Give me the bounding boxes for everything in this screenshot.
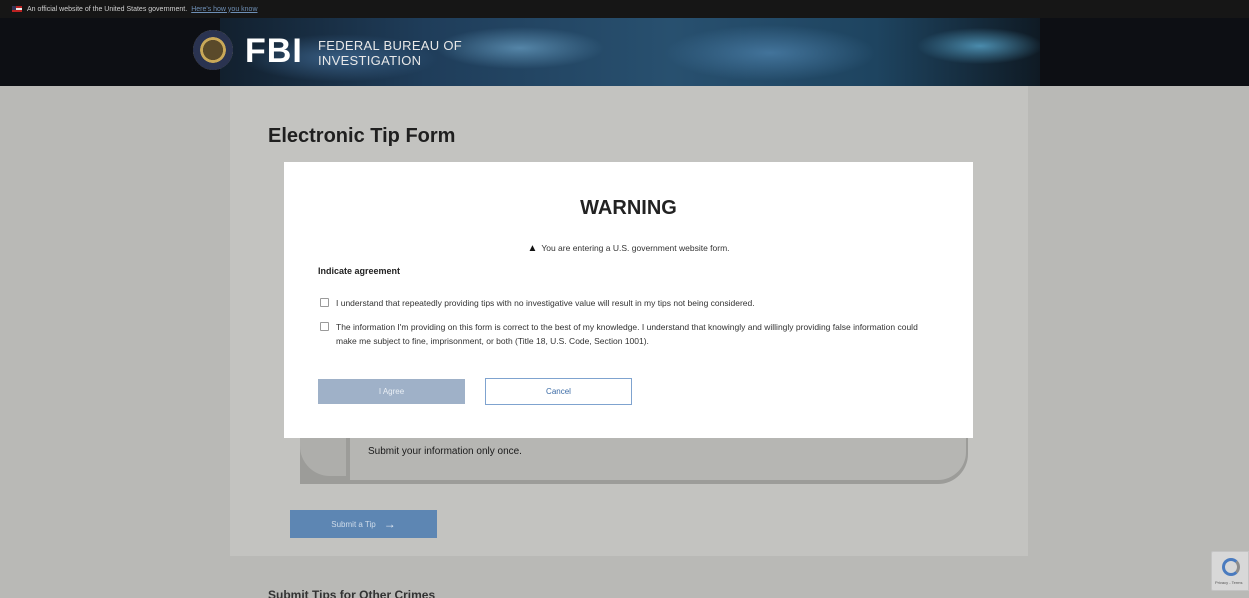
gov-banner: An official website of the United States…	[0, 0, 1249, 18]
submit-tip-label: Submit a Tip	[331, 519, 376, 529]
agreement-checkbox-1-label: I understand that repeatedly providing t…	[336, 298, 755, 308]
site-header: FBI FEDERAL BUREAU OF INVESTIGATION	[0, 18, 1249, 86]
modal-title: WARNING	[580, 197, 677, 219]
bureau-name-line-2: INVESTIGATION	[318, 53, 422, 68]
recaptcha-icon	[1222, 558, 1240, 576]
agreement-checkbox-2[interactable]	[320, 322, 329, 331]
bureau-name[interactable]: FEDERAL BUREAU OF INVESTIGATION	[318, 38, 462, 68]
modal-warning-text: You are entering a U.S. government websi…	[541, 243, 730, 253]
agreement-checkbox-2-label: The information I'm providing on this fo…	[336, 322, 918, 346]
gov-banner-text: An official website of the United States…	[27, 5, 188, 13]
info-callout-text: Submit your information only once.	[368, 446, 522, 457]
agreement-checkbox-1[interactable]	[320, 298, 329, 307]
us-flag-icon	[12, 6, 22, 12]
cancel-button[interactable]: Cancel	[485, 378, 632, 405]
recaptcha-badge[interactable]: Privacy - Terms	[1211, 551, 1249, 591]
submit-tip-button[interactable]: Submit a Tip →	[290, 510, 437, 538]
arrow-right-icon: →	[383, 517, 396, 531]
agree-button[interactable]: I Agree	[318, 379, 465, 404]
warning-modal: WARNING ▲ You are entering a U.S. governm…	[284, 162, 973, 438]
fbi-seal-icon[interactable]	[193, 30, 233, 70]
next-section-heading: Submit Tips for Other Crimes	[268, 588, 436, 598]
recaptcha-caption[interactable]: Privacy - Terms	[1215, 580, 1242, 585]
fbi-logo[interactable]: FBI	[245, 32, 303, 70]
agreement-checkbox-1-row[interactable]: I understand that repeatedly providing t…	[320, 296, 940, 310]
bureau-name-line-1: FEDERAL BUREAU OF	[318, 38, 463, 53]
modal-warning-line: ▲ You are entering a U.S. government webs…	[284, 243, 973, 254]
warning-triangle-icon: ▲	[527, 243, 538, 254]
page-title: Electronic Tip Form	[268, 125, 456, 147]
agreement-checkbox-2-row[interactable]: The information I'm providing on this fo…	[320, 320, 940, 348]
agreement-heading: Indicate agreement	[318, 266, 401, 276]
gov-banner-link[interactable]: Here's how you know	[191, 6, 257, 13]
